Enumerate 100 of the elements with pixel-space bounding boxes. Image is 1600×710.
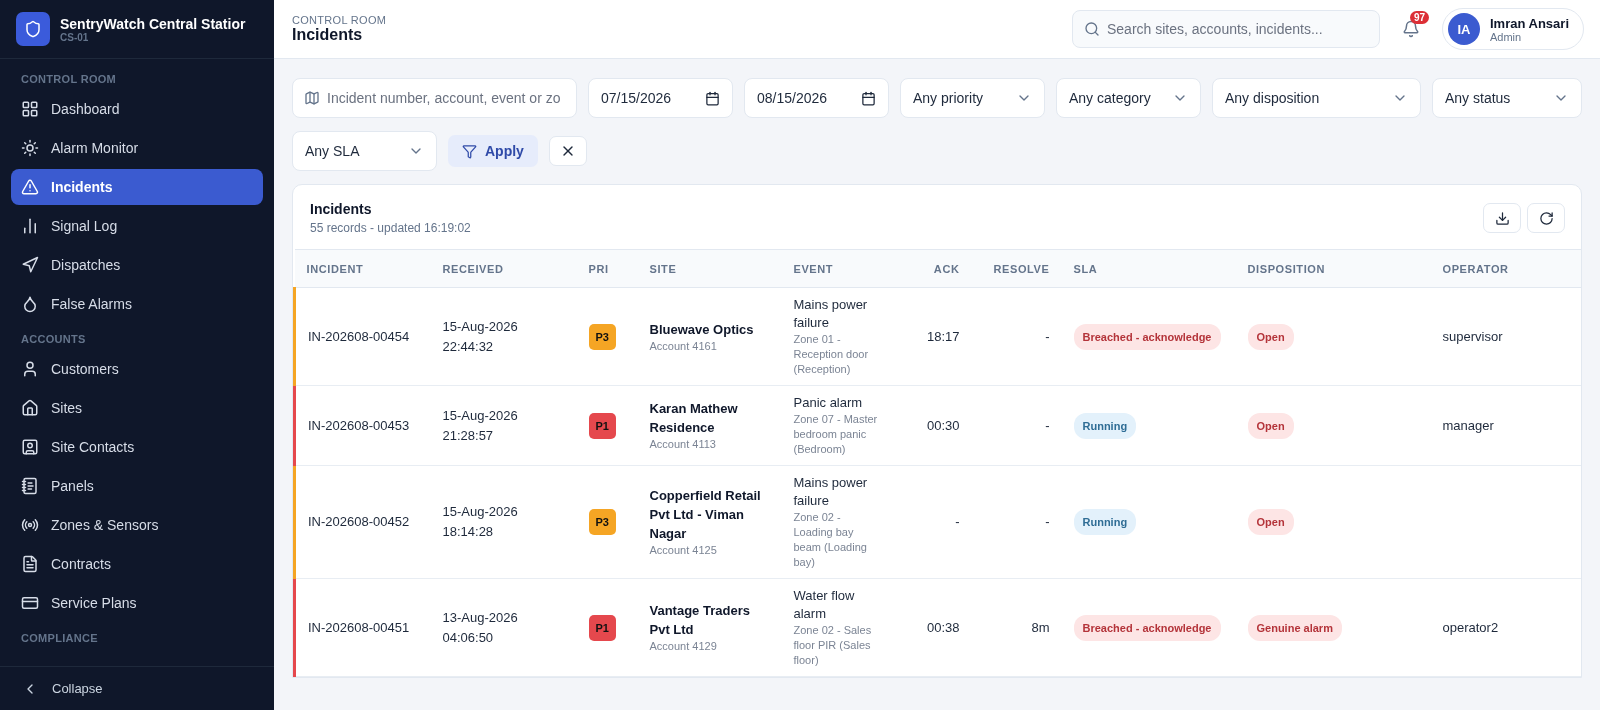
date-field[interactable]: 07/15/2026 — [588, 78, 733, 118]
sla-status: Breached - acknowledge — [1073, 323, 1221, 350]
account-number: Account 4125 — [649, 543, 718, 558]
site-name: Bluewave Optics — [649, 320, 755, 339]
ack-time: 18:17 — [926, 327, 960, 346]
column-header: RECEIVED — [430, 249, 577, 288]
sidebar-item[interactable]: Service Plans — [11, 585, 263, 621]
incident-number: IN-202608-00454 — [308, 327, 410, 346]
filter-icon — [462, 143, 477, 159]
document-icon — [21, 555, 39, 573]
radio-waves-icon — [21, 516, 39, 534]
user-avatar: IA — [1448, 13, 1480, 45]
event-name: Water flow alarm — [793, 587, 856, 623]
received-date: 15-Aug-2026 — [442, 503, 518, 521]
received-time: 04:06:50 — [442, 628, 494, 647]
account-number: Account 4129 — [649, 639, 718, 654]
apply-button[interactable]: Apply — [448, 135, 538, 167]
sidebar-item[interactable]: Contracts — [11, 546, 263, 582]
filter-select[interactable]: Any category — [1056, 78, 1201, 118]
sidebar-item[interactable]: Sites — [11, 390, 263, 426]
sidebar-item[interactable]: Signal Log — [11, 208, 263, 244]
column-header: SLA — [1061, 249, 1236, 288]
column-header: EVENT — [781, 249, 892, 288]
account-number: Account 4113 — [649, 437, 717, 452]
account-number: Account 4161 — [649, 338, 718, 354]
search-icon — [1084, 21, 1100, 37]
column-header: INCIDENT — [294, 249, 431, 288]
map-icon — [304, 90, 320, 106]
zone-detail: Zone 02 - Loading bay beam (Loading bay) — [793, 510, 868, 570]
card-title: Incidents — [310, 201, 373, 217]
sla-status: Breached - acknowledge — [1073, 614, 1221, 641]
user-role: Admin — [1490, 30, 1523, 43]
download-icon — [1494, 210, 1510, 226]
sidebar-item[interactable]: Incidents — [11, 169, 263, 205]
sidebar-item[interactable]: Dashboard — [11, 91, 263, 127]
column-header: PRI — [576, 249, 638, 288]
column-header: RESOLVE — [971, 249, 1062, 288]
sidebar-item[interactable]: Panels — [11, 468, 263, 504]
operator-name: operator2 — [1442, 618, 1499, 637]
section-heading: COMPLIANCE — [20, 631, 99, 646]
download-button[interactable] — [1483, 203, 1521, 233]
query-field[interactable]: Incident number, account, event or zo — [292, 78, 577, 118]
sidebar-item[interactable]: Site Contacts — [11, 429, 263, 465]
sidebar-item[interactable]: Customers — [11, 351, 263, 387]
zone-detail: Zone 07 - Master bedroom panic (Bedroom) — [793, 412, 879, 457]
zone-detail: Zone 02 - Sales floor PIR (Sales floor) — [793, 623, 873, 668]
grid-icon — [21, 100, 39, 118]
received-time: 21:28:57 — [442, 426, 494, 445]
event-name: Mains power failure — [793, 474, 869, 510]
page-title: Incidents — [292, 26, 364, 44]
sidebar-item[interactable]: Dispatches — [11, 247, 263, 283]
received-date: 15-Aug-2026 — [442, 317, 518, 336]
warning-triangle-icon — [21, 178, 39, 196]
resolve-time: - — [1045, 416, 1050, 435]
filter-select[interactable]: Any SLA — [292, 131, 437, 171]
navigation-arrow-icon — [21, 256, 39, 274]
filter-select[interactable]: Any status — [1432, 78, 1582, 118]
sidebar-item[interactable]: False Alarms — [11, 286, 263, 322]
sun-icon — [21, 139, 39, 157]
disposition-status: Open — [1247, 509, 1294, 535]
notifications-button[interactable]: 97 — [1396, 14, 1426, 44]
resolve-time: - — [1045, 513, 1050, 531]
station-code: CS-01 — [60, 31, 89, 43]
filter-select[interactable]: Any priority — [900, 78, 1045, 118]
refresh-icon — [1538, 210, 1554, 226]
ack-time: 00:38 — [926, 618, 960, 637]
house-icon — [21, 399, 39, 417]
priority-badge: P3 — [588, 509, 616, 535]
bell-icon — [1402, 20, 1420, 38]
disposition-status: Open — [1247, 323, 1294, 350]
incident-number: IN-202608-00453 — [308, 416, 410, 435]
incident-number: IN-202608-00452 — [308, 513, 410, 531]
ack-time: - — [955, 513, 960, 531]
operator-name: supervisor — [1442, 327, 1503, 346]
clear-button[interactable] — [548, 136, 587, 166]
user-name: Imran Ansari — [1490, 15, 1569, 31]
filter-select[interactable]: Any disposition — [1212, 78, 1421, 118]
user-icon — [21, 360, 39, 378]
priority-badge: P1 — [588, 614, 616, 641]
priority-badge: P3 — [588, 323, 616, 350]
refresh-button[interactable] — [1527, 203, 1565, 233]
sidebar-item[interactable]: Alarm Monitor — [11, 130, 263, 166]
calendar-icon — [861, 90, 876, 106]
date-field[interactable]: 08/15/2026 — [744, 78, 889, 118]
resolve-time: 8m — [1031, 618, 1050, 637]
incident-number: IN-202608-00451 — [308, 618, 410, 637]
operator-name: manager — [1442, 416, 1494, 435]
column-header: ACK — [891, 249, 972, 288]
received-time: 22:44:32 — [442, 337, 494, 356]
ack-time: 00:30 — [926, 416, 960, 435]
collapse-button[interactable]: Collapse — [0, 666, 274, 710]
received-time: 18:14:28 — [442, 523, 494, 541]
sidebar-item[interactable]: Zones & Sensors — [11, 507, 263, 543]
received-date: 15-Aug-2026 — [442, 406, 518, 425]
bar-chart-icon — [21, 217, 39, 235]
disposition-status: Genuine alarm — [1247, 614, 1342, 641]
site-name: Karan Mathew Residence — [649, 400, 739, 437]
sla-status: Running — [1073, 509, 1137, 535]
breadcrumb: CONTROL ROOM — [292, 14, 387, 26]
search-field[interactable]: Search sites, accounts, incidents... — [1072, 10, 1380, 48]
